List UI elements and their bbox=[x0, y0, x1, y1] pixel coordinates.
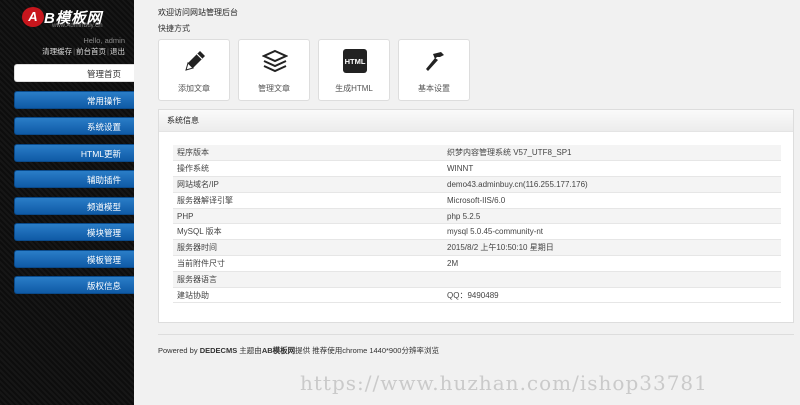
basic-settings-label: 基本设置 bbox=[418, 84, 450, 93]
hammer-icon bbox=[426, 52, 444, 71]
table-row: MySQL 版本 mysql 5.0.45-community-nt bbox=[173, 223, 781, 241]
footer-site[interactable]: AB模板网 bbox=[262, 346, 295, 355]
info-key: 服务器时间 bbox=[173, 239, 443, 257]
separator: | bbox=[107, 47, 109, 56]
info-value: 织梦内容管理系统 V57_UTF8_SP1 bbox=[443, 145, 781, 162]
generate-html-button[interactable]: HTML 生成HTML bbox=[318, 39, 390, 101]
table-row: 服务器时间 2015/8/2 上午10:50:10 星期日 bbox=[173, 239, 781, 257]
info-value: php 5.2.5 bbox=[443, 208, 781, 225]
info-value: QQ：9490489 bbox=[443, 287, 781, 304]
info-value: mysql 5.0.45-community-nt bbox=[443, 223, 781, 241]
svg-text:HTML: HTML bbox=[345, 57, 366, 66]
sidebar-item-system-settings[interactable]: 系统设置 bbox=[14, 117, 134, 135]
logo[interactable]: A B模板网 www.AdminBuy.Cn bbox=[22, 7, 132, 31]
sidebar-item-plugins[interactable]: 辅助插件 bbox=[14, 170, 134, 188]
info-value: Microsoft-IIS/6.0 bbox=[443, 192, 781, 209]
footer-brand[interactable]: DEDECMS bbox=[200, 346, 238, 355]
system-info-panel: 系统信息 程序版本 织梦内容管理系统 V57_UTF8_SP1 操作系统 WINNT 网… bbox=[158, 109, 794, 323]
table-row: 建站协助 QQ：9490489 bbox=[173, 287, 781, 304]
footer-mid: 主题由 bbox=[237, 346, 262, 355]
separator: | bbox=[73, 47, 76, 56]
sidebar: A B模板网 www.AdminBuy.Cn Hello, admin 清理缓存… bbox=[0, 0, 134, 405]
logout-link[interactable]: 退出 bbox=[110, 47, 125, 56]
user-links: 清理缓存|前台首页|退出 bbox=[42, 46, 125, 57]
main-content: 欢迎访问网站管理后台 快捷方式 添加文章 管理文章 HTML 生成HTML 基本… bbox=[134, 0, 800, 405]
sidebar-item-copyright[interactable]: 版权信息 bbox=[14, 276, 134, 294]
info-value: WINNT bbox=[443, 160, 781, 178]
table-row: 程序版本 织梦内容管理系统 V57_UTF8_SP1 bbox=[173, 145, 781, 162]
footer-suffix: 提供 推荐使用chrome 1440*900分辨率浏览 bbox=[295, 346, 439, 355]
info-key: MySQL 版本 bbox=[173, 223, 443, 241]
divider bbox=[158, 334, 794, 335]
sidebar-item-html-update[interactable]: HTML更新 bbox=[14, 143, 134, 162]
sidebar-item-templates[interactable]: 模板管理 bbox=[14, 249, 134, 268]
stack-icon bbox=[262, 49, 288, 73]
quick-shortcuts: 添加文章 管理文章 HTML 生成HTML 基本设置 bbox=[158, 39, 470, 101]
panel-title: 系统信息 bbox=[159, 110, 793, 132]
table-row: PHP php 5.2.5 bbox=[173, 208, 781, 225]
info-value bbox=[443, 271, 781, 288]
logo-badge: A bbox=[22, 7, 44, 27]
add-article-label: 添加文章 bbox=[178, 84, 210, 93]
add-article-button[interactable]: 添加文章 bbox=[158, 39, 230, 101]
sidebar-item-home[interactable]: 管理首页 bbox=[14, 64, 134, 82]
table-row: 服务器语言 bbox=[173, 271, 781, 288]
html-icon: HTML bbox=[343, 49, 367, 73]
manage-articles-label: 管理文章 bbox=[258, 84, 290, 93]
frontend-home-link[interactable]: 前台首页 bbox=[76, 47, 106, 56]
table-row: 当前附件尺寸 2M bbox=[173, 255, 781, 272]
info-key: 当前附件尺寸 bbox=[173, 255, 443, 272]
info-key: 网站域名/IP bbox=[173, 176, 443, 193]
sidebar-item-channel-model[interactable]: 频道模型 bbox=[14, 196, 134, 215]
sidebar-item-modules[interactable]: 模块管理 bbox=[14, 223, 134, 241]
info-key: 建站协助 bbox=[173, 287, 443, 304]
sidebar-nav: 管理首页 常用操作 系统设置 HTML更新 辅助插件 频道模型 模块管理 模板管… bbox=[14, 64, 134, 303]
greeting: Hello, admin bbox=[83, 36, 125, 45]
quick-label: 快捷方式 bbox=[158, 24, 190, 33]
pencil-icon bbox=[185, 51, 205, 71]
table-row: 服务器解译引擎 Microsoft-IIS/6.0 bbox=[173, 192, 781, 209]
system-info-table: 程序版本 织梦内容管理系统 V57_UTF8_SP1 操作系统 WINNT 网站域名/I… bbox=[173, 145, 781, 304]
info-key: 服务器语言 bbox=[173, 271, 443, 288]
sidebar-item-common[interactable]: 常用操作 bbox=[14, 90, 134, 109]
generate-html-label: 生成HTML bbox=[335, 84, 373, 93]
info-value: 2M bbox=[443, 255, 781, 272]
info-key: PHP bbox=[173, 208, 443, 225]
info-value: 2015/8/2 上午10:50:10 星期日 bbox=[443, 239, 781, 257]
footer: Powered by DEDECMS 主题由AB模板网提供 推荐使用chrome… bbox=[158, 345, 439, 356]
footer-prefix: Powered by bbox=[158, 346, 200, 355]
table-row: 网站域名/IP demo43.adminbuy.cn(116.255.177.17… bbox=[173, 176, 781, 193]
basic-settings-button[interactable]: 基本设置 bbox=[398, 39, 470, 101]
info-key: 服务器解译引擎 bbox=[173, 192, 443, 209]
clear-cache-link[interactable]: 清理缓存 bbox=[42, 47, 72, 56]
watermark: https://www.huzhan.com/ishop33781 bbox=[300, 371, 708, 395]
info-key: 程序版本 bbox=[173, 145, 443, 162]
table-row: 操作系统 WINNT bbox=[173, 160, 781, 178]
info-value: demo43.adminbuy.cn(116.255.177.176) bbox=[443, 176, 781, 193]
info-key: 操作系统 bbox=[173, 160, 443, 178]
manage-articles-button[interactable]: 管理文章 bbox=[238, 39, 310, 101]
page-title: 欢迎访问网站管理后台 bbox=[158, 8, 238, 17]
logo-subtitle: www.AdminBuy.Cn bbox=[52, 23, 103, 29]
